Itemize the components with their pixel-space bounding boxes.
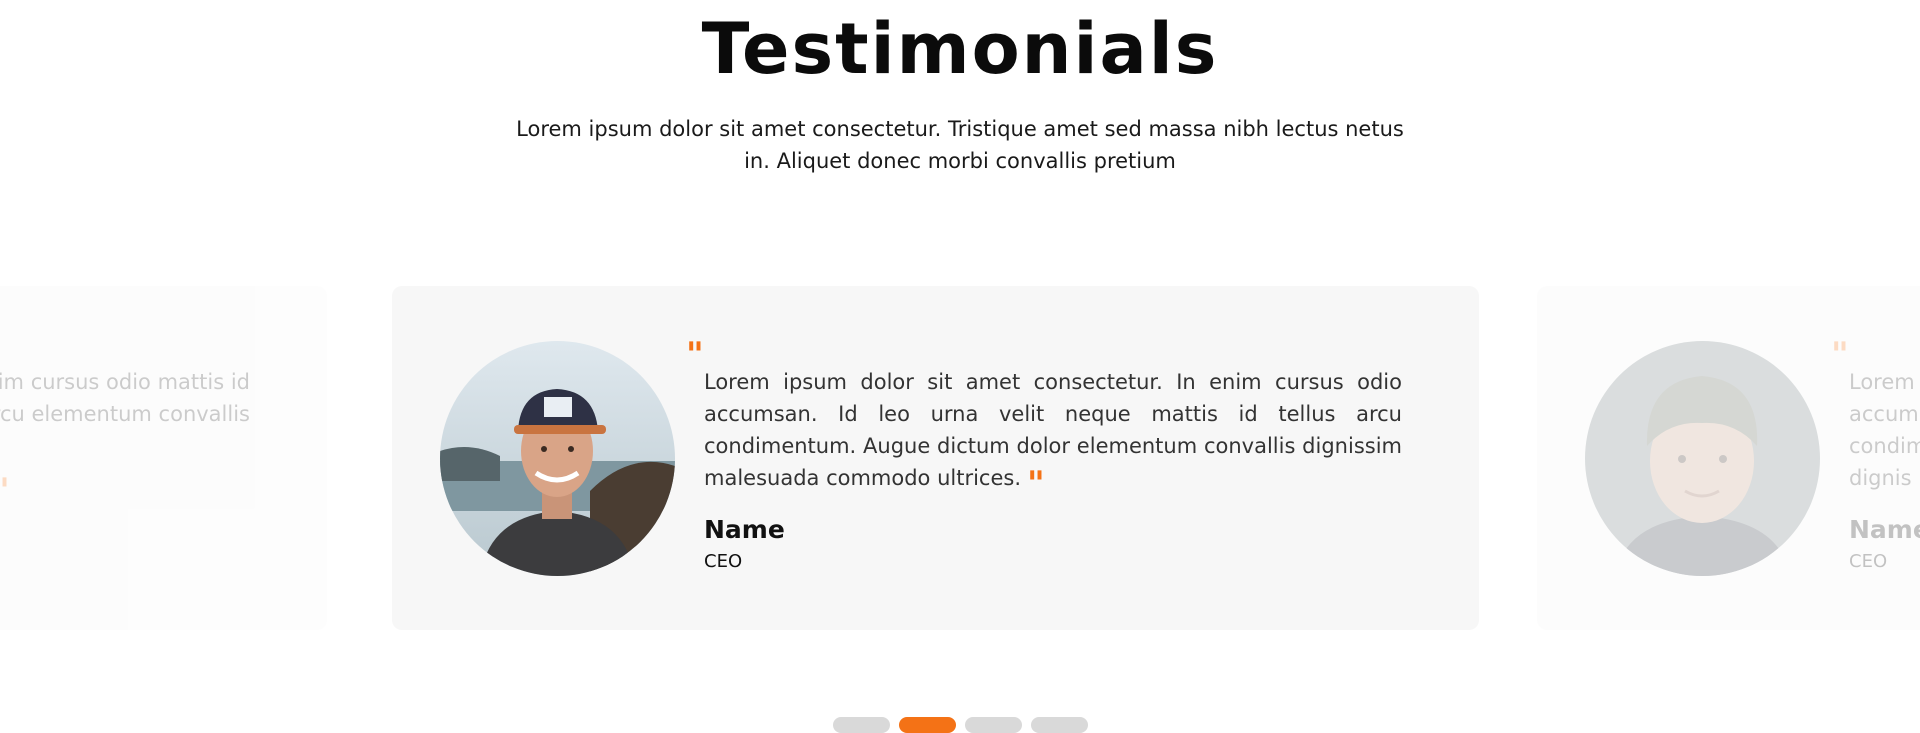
close-quote-icon: " — [0, 471, 10, 511]
carousel-pagination — [0, 717, 1920, 733]
testimonial-author-name: Name — [1849, 515, 1920, 544]
testimonial-quote-text: ur. In enim cursus odio mattis id tellus… — [0, 370, 250, 426]
testimonial-card-previous[interactable]: ur. In enim cursus odio mattis id tellus… — [0, 286, 327, 630]
testimonial-quote-text: Lorem accum condim dignis — [1849, 370, 1920, 490]
testimonial-author-name: Name — [704, 515, 785, 544]
pagination-dot-2-active[interactable] — [898, 717, 956, 733]
man-in-cap-photo-icon — [440, 341, 675, 576]
testimonial-author-role: CEO — [1849, 551, 1888, 572]
open-quote-icon: " — [1831, 335, 1849, 375]
testimonial-author-role: CEO — [704, 551, 743, 572]
young-man-beanie-photo-icon — [1585, 341, 1820, 576]
pagination-dot-4[interactable] — [1030, 717, 1088, 733]
pagination-dot-3[interactable] — [964, 717, 1022, 733]
section-description: Lorem ipsum dolor sit amet consectetur. … — [516, 117, 1404, 173]
testimonial-card-active: " Lorem ipsum dolor sit amet consectetur… — [392, 286, 1479, 630]
testimonial-card-next[interactable]: " Lorem accum condim dignis Name CEO — [1537, 286, 1920, 630]
open-quote-icon: " — [686, 335, 704, 375]
testimonials-section: Testimonials Lorem ipsum dolor sit amet … — [0, 0, 1920, 733]
avatar — [1585, 341, 1820, 576]
testimonial-quote-text: Lorem ipsum dolor sit amet consectetur. … — [704, 370, 1402, 504]
pagination-dot-1[interactable] — [832, 717, 890, 733]
close-quote-icon: " — [1027, 464, 1045, 504]
section-title: Testimonials — [701, 8, 1219, 90]
avatar — [440, 341, 675, 576]
